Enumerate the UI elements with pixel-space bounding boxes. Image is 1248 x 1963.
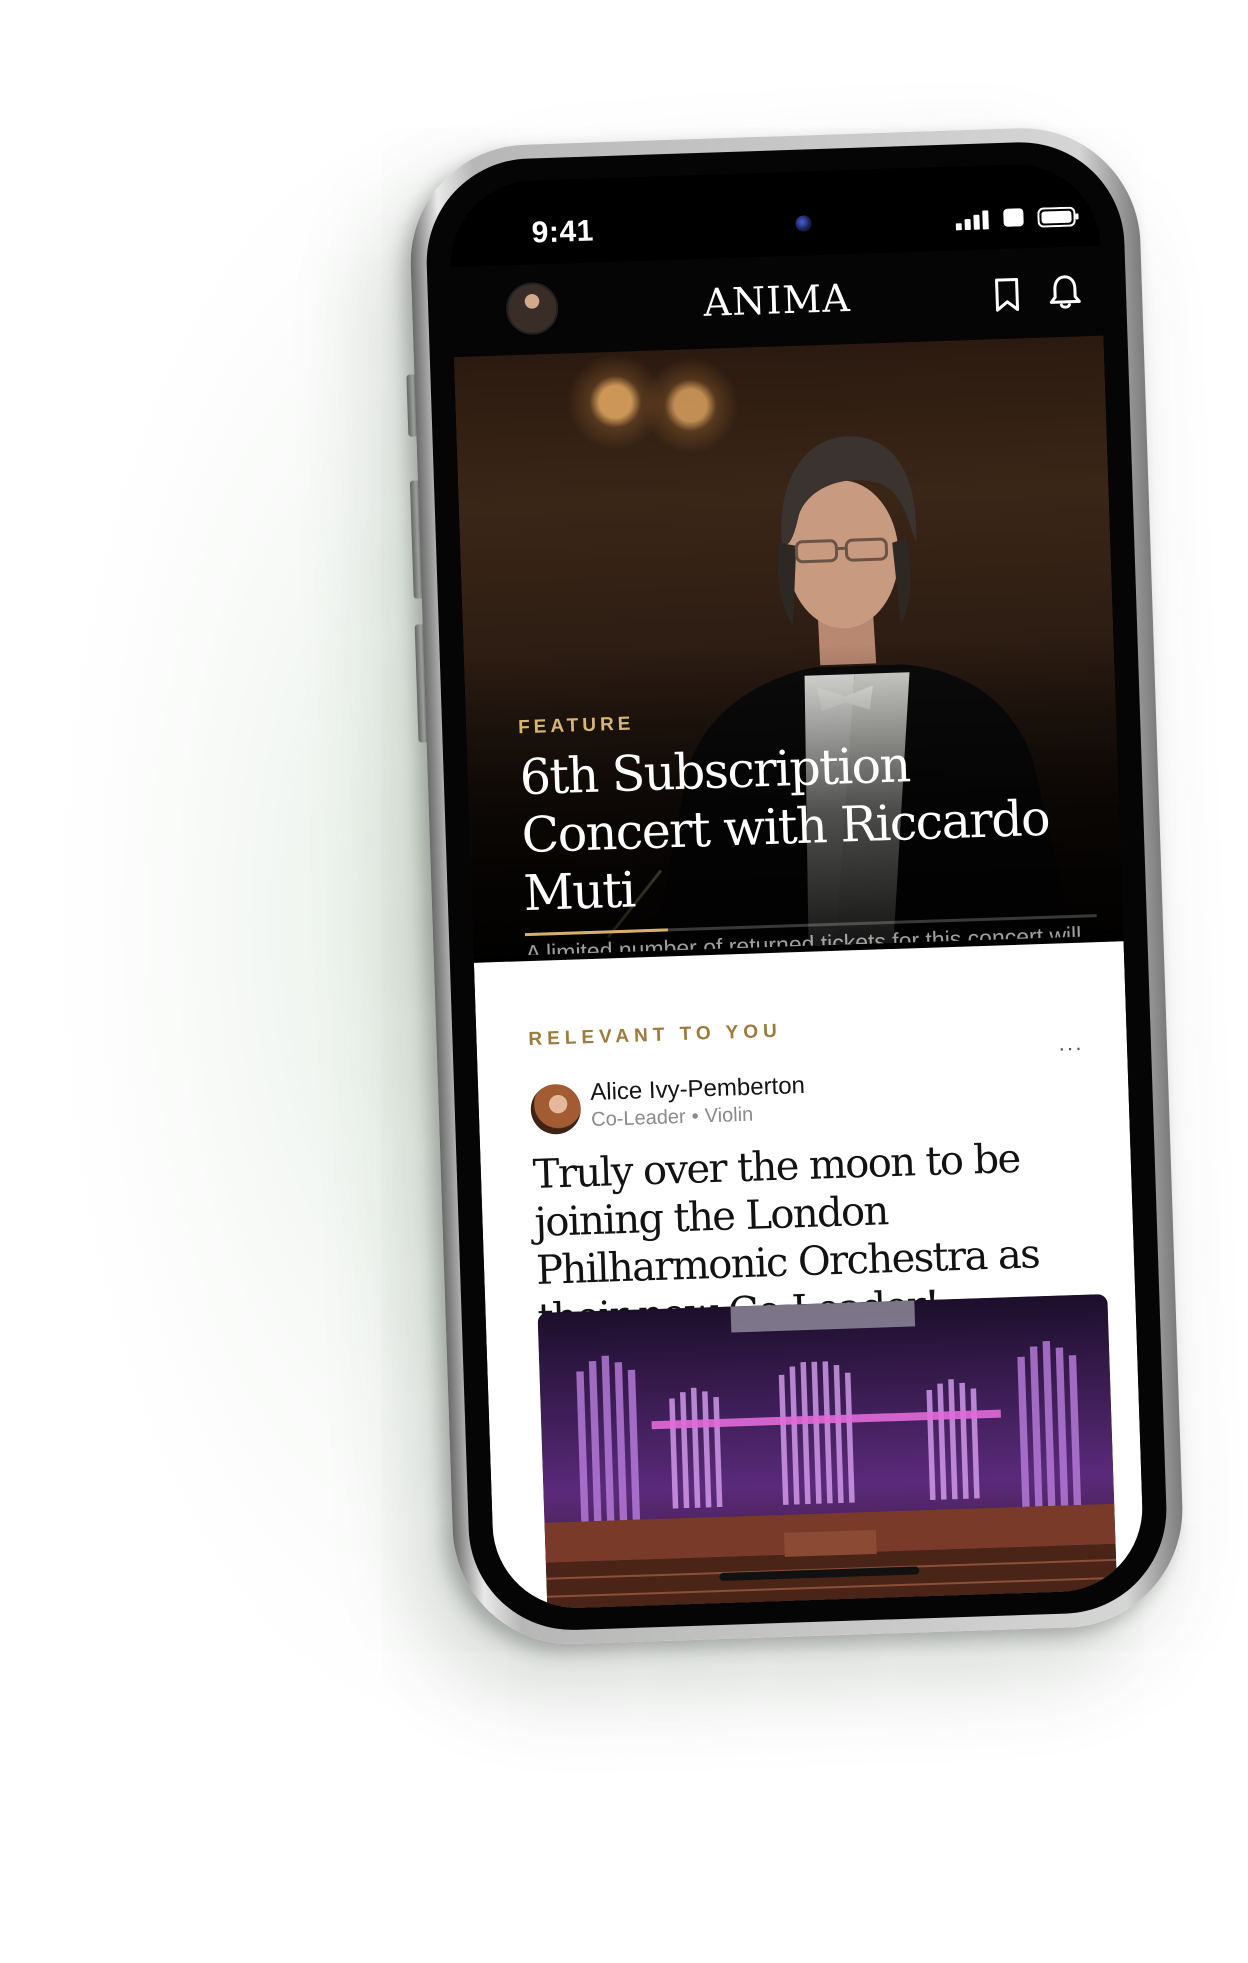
more-options-button[interactable]: ··· xyxy=(1058,1035,1084,1062)
phone-bezel: 9:41 xyxy=(423,139,1169,1633)
author-name[interactable]: Alice Ivy-Pemberton xyxy=(590,1072,806,1107)
app-screen: 9:41 xyxy=(448,162,1145,1611)
author-role: Co-Leader xyxy=(591,1106,686,1131)
battery-icon xyxy=(1037,206,1080,227)
meta-separator: • xyxy=(691,1105,699,1127)
author-avatar[interactable] xyxy=(530,1083,582,1135)
wifi-icon xyxy=(1001,206,1026,229)
relevant-post-card[interactable]: RELEVANT TO YOU ··· Alice Ivy-Pemberton … xyxy=(474,941,1145,1610)
author-instrument: Violin xyxy=(704,1104,753,1128)
bell-icon[interactable] xyxy=(1047,272,1082,311)
concert-hall-image xyxy=(538,1294,1119,1610)
post-image[interactable] xyxy=(538,1294,1119,1610)
dynamic-island xyxy=(697,197,884,251)
feature-title[interactable]: 6th Subscription Concert with Riccardo M… xyxy=(519,731,1082,923)
author-meta: Co-Leader•Violin xyxy=(591,1104,754,1132)
phone-frame: 9:41 xyxy=(407,124,1186,1647)
section-label: RELEVANT TO YOU xyxy=(528,1021,782,1051)
status-time: 9:41 xyxy=(531,214,594,250)
device-stage: 9:41 xyxy=(0,0,1248,1963)
cellular-signal-icon xyxy=(955,209,992,230)
bookmark-icon[interactable] xyxy=(991,276,1022,313)
post-author[interactable]: Alice Ivy-Pemberton Co-Leader•Violin xyxy=(530,1081,532,1141)
feature-carousel[interactable]: FEATURE 6th Subscription Concert with Ri… xyxy=(454,336,1124,957)
